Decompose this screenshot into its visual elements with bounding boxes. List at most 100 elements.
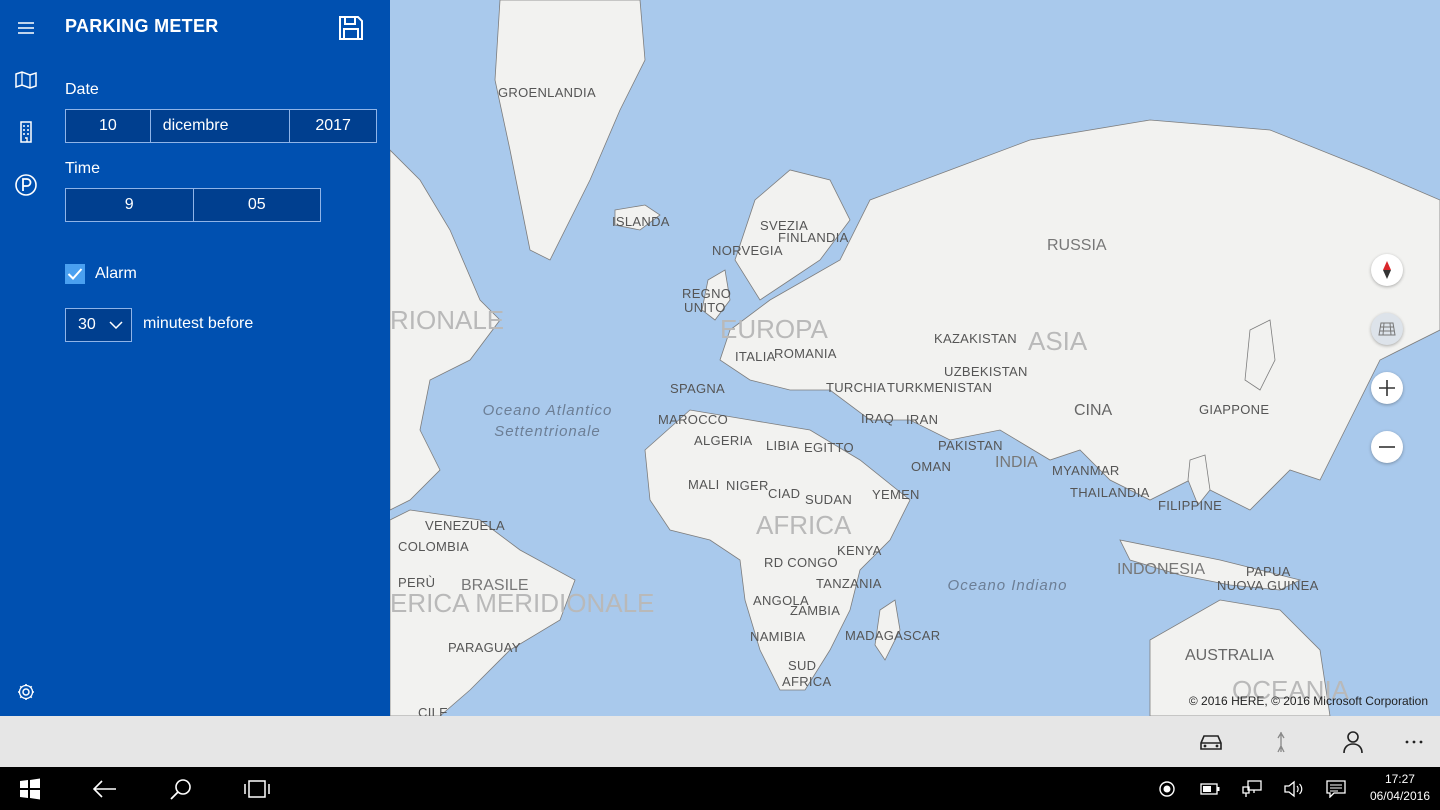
map-label: GIAPPONE (1199, 402, 1270, 417)
map-label: EUROPA (720, 314, 828, 344)
map-label: MAROCCO (658, 412, 728, 427)
clock-date: 06/04/2016 (1369, 789, 1430, 803)
speaker-icon (1284, 780, 1303, 798)
date-month-field[interactable]: dicembre (151, 110, 291, 142)
sidebar: PARKING METER Date 10 dicembre 2017 Time… (0, 0, 390, 716)
map-label: EGITTO (804, 440, 854, 455)
minutes-before-label: minutest before (143, 315, 254, 332)
taskbar: 17:27 06/04/2016 (0, 767, 1440, 810)
map-label: YEMEN (872, 487, 920, 502)
map-label: KAZAKISTAN (934, 331, 1017, 346)
map-label: NIGER (726, 478, 769, 493)
time-label: Time (65, 160, 100, 177)
building-icon[interactable] (12, 118, 40, 146)
map-label: AUSTRALIA (1185, 647, 1274, 664)
map-label: GROENLANDIA (498, 85, 596, 100)
save-button[interactable] (337, 14, 365, 42)
map-label: NORVEGIA (712, 243, 783, 258)
zoom-out-button[interactable] (1371, 431, 1403, 463)
map-label: UZBEKISTAN (944, 364, 1028, 379)
page-title: PARKING METER (65, 16, 219, 36)
map-icon[interactable] (12, 66, 40, 94)
car-icon (1200, 735, 1222, 750)
map-label: LIBIA (766, 438, 800, 453)
minutes-select[interactable]: 30 (65, 308, 132, 342)
plus-icon (1379, 380, 1395, 396)
map-label: INDIA (995, 454, 1038, 471)
map-label: TANZANIA (816, 576, 882, 591)
search-icon (170, 779, 191, 800)
map-label: ITALIA (735, 349, 776, 364)
map-label: REGNO (682, 286, 732, 301)
map-label: MADAGASCAR (845, 628, 941, 643)
map-label: COLOMBIA (398, 539, 470, 554)
app-window: PARKING METER Date 10 dicembre 2017 Time… (0, 0, 1440, 767)
record-tray-button[interactable] (1156, 776, 1178, 802)
volume-tray-button[interactable] (1283, 776, 1305, 802)
date-picker[interactable]: 10 dicembre 2017 (65, 109, 377, 143)
map-label: UNITO (684, 300, 726, 315)
map-label: SUD (788, 658, 817, 673)
parking-icon[interactable] (12, 171, 40, 199)
map-label: SPAGNA (670, 381, 726, 396)
map-view[interactable]: GROENLANDIA ISLANDA SVEZIA FINLANDIA NOR… (390, 0, 1440, 716)
time-picker[interactable]: 9 05 (65, 188, 321, 222)
map-label: AFRICA (782, 674, 832, 689)
map-label: PAKISTAN (938, 438, 1003, 453)
map-label: INDONESIA (1117, 561, 1206, 578)
map-label: AFRICA (756, 510, 852, 540)
back-button[interactable] (92, 776, 118, 802)
ellipsis-icon (1405, 740, 1423, 744)
map-label: THAILANDIA (1070, 485, 1150, 500)
map-label: Oceano Indiano (947, 577, 1068, 594)
settings-gear-icon[interactable] (14, 680, 38, 704)
battery-icon (1200, 783, 1220, 795)
battery-tray-button[interactable] (1199, 776, 1221, 802)
network-tray-button[interactable] (1241, 776, 1263, 802)
task-view-icon (244, 780, 270, 798)
date-day-field[interactable]: 10 (66, 110, 151, 142)
action-center-button[interactable] (1325, 776, 1347, 802)
map-label: PARAGUAY (448, 640, 521, 655)
minutes-select-value: 30 (78, 316, 96, 333)
map-label: RUSSIA (1047, 237, 1107, 254)
map-copyright: © 2016 HERE, © 2016 Microsoft Corporatio… (1188, 694, 1428, 708)
map-label: CINA (1074, 402, 1113, 419)
account-button[interactable] (1339, 728, 1367, 756)
map-label: KENYA (837, 543, 882, 558)
map-label: NAMIBIA (750, 629, 806, 644)
minus-icon (1379, 446, 1395, 448)
map-label: PAPUA (1246, 564, 1291, 579)
map-label: TURKMENISTAN (887, 380, 993, 395)
zoom-in-button[interactable] (1371, 372, 1403, 404)
network-icon (1242, 780, 1262, 797)
search-button[interactable] (168, 776, 194, 802)
record-icon (1159, 781, 1175, 797)
taskbar-clock[interactable]: 17:27 06/04/2016 (1370, 771, 1430, 805)
compass-icon (1383, 261, 1391, 279)
time-hour-field[interactable]: 9 (66, 189, 194, 221)
alarm-label: Alarm (95, 265, 137, 282)
alarm-checkbox[interactable] (65, 264, 85, 284)
command-bar (0, 716, 1440, 767)
nav-rail (0, 0, 52, 716)
date-label: Date (65, 81, 99, 98)
map-label: OMAN (911, 459, 952, 474)
task-view-button[interactable] (243, 776, 271, 802)
grid-3d-icon (1378, 322, 1396, 336)
compass-button[interactable] (1371, 254, 1403, 286)
date-year-field[interactable]: 2017 (290, 110, 376, 142)
map-label: RD CONGO (764, 555, 838, 570)
hamburger-menu-icon[interactable] (12, 14, 40, 42)
walk-route-button[interactable] (1267, 728, 1295, 756)
time-minute-field[interactable]: 05 (194, 189, 321, 221)
more-options-button[interactable] (1400, 728, 1428, 756)
map-label: FILIPPINE (1158, 498, 1223, 513)
map-style-button[interactable] (1371, 313, 1403, 345)
windows-start-button[interactable] (17, 776, 43, 802)
map-label: ASIA (1028, 326, 1088, 356)
map-label: IRAN (906, 412, 939, 427)
map-label: RIONALE (390, 305, 505, 335)
notification-icon (1326, 780, 1346, 798)
car-button[interactable] (1197, 728, 1225, 756)
